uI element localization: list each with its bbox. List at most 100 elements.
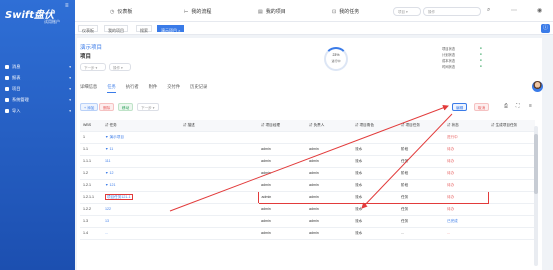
col-project-task[interactable]: ⇵ 项目任务 <box>398 120 444 132</box>
col-task[interactable]: ⇵ 任务 <box>102 120 180 132</box>
tab-demo-project[interactable]: 演示项目 × <box>157 25 185 33</box>
sidebar-item-label: 项目 <box>12 86 21 91</box>
search-icon[interactable]: ⌕ <box>487 7 490 14</box>
cell-task-name[interactable]: ▼ 121 <box>102 179 180 192</box>
sidebar-item-label: 导入 <box>12 108 21 113</box>
cell-wbs: 1.3 <box>80 215 102 228</box>
cell-task-name[interactable]: ▼ 演示项目 <box>102 131 180 144</box>
cell-role: 流水 <box>352 179 398 192</box>
cell-task-name[interactable]: ... <box>102 227 180 240</box>
message-icon <box>5 65 9 69</box>
cell-role: 流水 <box>352 203 398 216</box>
user-icon[interactable]: ◉ <box>537 7 542 14</box>
cell-role: 流水 <box>352 155 398 168</box>
topnav-my-task[interactable]: ⊡ 我的任务 <box>332 8 359 16</box>
table-row[interactable]: 1 ▼ 演示项目 进行中 <box>80 131 535 144</box>
table-row[interactable]: 1.1.1 111 admin admin 流水 任务 待办 <box>80 155 535 168</box>
search-placeholder: 操作 <box>428 10 435 14</box>
cell-desc <box>180 143 258 156</box>
table-row[interactable]: 1.3 13 admin admin 流水 任务 已完成 <box>80 215 535 228</box>
subtab-executors[interactable]: 执行者 <box>126 84 139 93</box>
scrollbar-thumb[interactable] <box>534 134 538 194</box>
col-owner[interactable]: ⇵ 负责人 <box>306 120 352 132</box>
subtab-details[interactable]: 详细信息 <box>80 84 97 93</box>
next-step-select[interactable]: 下一步 ▾ <box>80 63 106 71</box>
fullscreen-icon[interactable]: ⛶ <box>516 103 520 109</box>
col-desc[interactable]: ⇵ 描述 <box>180 120 258 132</box>
col-label: 状态 <box>451 122 459 127</box>
cell-owner: admin <box>306 167 352 180</box>
table-row[interactable]: 1.1 ▼ 11 admin admin 流水 阶段 待办 <box>80 143 535 156</box>
tab-my-project[interactable]: 我的项目 <box>104 25 128 33</box>
action-select[interactable]: 操作 ▾ <box>109 63 131 71</box>
cell-status: 已完成 <box>444 215 488 228</box>
sidebar: Swift盘伏 试用账户 ≡ 消息 ▾ 报表 ▾ 项目 ▾ 系统管理 ▾ 导入 … <box>0 0 75 270</box>
cell-task-name[interactable]: ▼ 11 <box>102 143 180 156</box>
cell-owner: admin <box>306 203 352 216</box>
subtab-attachments[interactable]: 附件 <box>149 84 158 93</box>
add-button[interactable]: + 添加 <box>80 103 99 111</box>
project-card: 演示项目 项目 下一步 ▾ 操作 ▾ 23% 进行中 项目状态 ● 计划状态 ●… <box>77 38 543 270</box>
table-row[interactable]: 1.2.1 ▼ 121 admin admin 流水 阶段 待办 <box>80 179 535 192</box>
cell-owner: admin <box>306 190 352 204</box>
cell-desc <box>180 131 258 144</box>
info-icon[interactable]: ⓘ <box>541 24 550 33</box>
cell-status: 待办 <box>444 143 488 156</box>
tab-dashboard[interactable]: 仪表板 <box>78 25 98 33</box>
col-role[interactable]: ⇵ 项目角色 <box>352 120 398 132</box>
subtab-deliverables[interactable]: 交付件 <box>167 84 180 93</box>
sidebar-item-import[interactable]: 导入 ▾ <box>5 108 71 114</box>
cell-project-task: ... <box>398 227 444 240</box>
table-row[interactable]: 1.2.2 122 admin admin 流水 任务 待办 <box>80 203 535 216</box>
list-icon[interactable]: ≡ <box>529 103 532 109</box>
search-type-select[interactable]: 项目 ▾ <box>393 7 421 16</box>
cell-wbs: 1 <box>80 131 102 144</box>
cell-task-name[interactable]: 项目任务121-1 <box>102 191 180 204</box>
subtab-history[interactable]: 历史记录 <box>190 84 207 93</box>
page-edge <box>544 38 553 270</box>
col-generate[interactable]: ⇵ 生成项目任务 <box>488 120 535 132</box>
cell-pm: admin <box>258 215 306 228</box>
more-icon[interactable]: ⋯ <box>511 7 517 14</box>
search-input[interactable]: 操作 <box>423 7 481 16</box>
topnav-label: 我的流程 <box>191 9 212 15</box>
print-icon[interactable]: ⎙ <box>504 103 508 109</box>
cell-task-name[interactable]: ▼ 12 <box>102 167 180 180</box>
table-scrollbar[interactable] <box>534 126 538 266</box>
flow-icon: ⊢ <box>184 8 189 15</box>
avatar[interactable] <box>532 81 543 92</box>
cell-task-name[interactable]: 111 <box>102 155 180 168</box>
cell-task-name[interactable]: 122 <box>102 203 180 216</box>
table-row[interactable]: 1.2.1.1 项目任务121-1 admin admin 流水 任务 待办 <box>80 190 535 204</box>
project-icon: ▤ <box>258 8 263 15</box>
sidebar-item-project[interactable]: 项目 ▾ <box>5 86 71 92</box>
cancel-button[interactable]: 取消 <box>474 103 490 111</box>
topnav-my-flow[interactable]: ⊢ 我的流程 <box>184 8 212 16</box>
topnav-dashboard[interactable]: ◷ 仪表板 <box>110 8 132 16</box>
col-label: 生成项目任务 <box>495 122 518 127</box>
cell-task-name[interactable]: 13 <box>102 215 180 228</box>
col-wbs[interactable]: WBS <box>80 120 102 132</box>
col-status[interactable]: ⇵ 状态 <box>444 120 488 132</box>
subtab-tasks[interactable]: 任务 <box>107 84 116 93</box>
menu-toggle-icon[interactable]: ≡ <box>65 3 69 9</box>
table-row[interactable]: 1.2 ▼ 12 admin admin 流水 阶段 待办 <box>80 167 535 180</box>
move-button[interactable]: 移动 <box>118 103 134 111</box>
tab-search[interactable]: 搜索 <box>136 25 152 33</box>
highlighted-task-name[interactable]: 项目任务121-1 <box>105 193 133 200</box>
stat-project-status: 项目状态 ● <box>442 46 502 51</box>
table-row[interactable]: 1.4... admin admin 流水...... <box>80 227 535 240</box>
table-header-row: WBS ⇵ 任务 ⇵ 描述 ⇵ 项目经理 ⇵ 负责人 ⇵ 项目角色 ⇵ 项目任务… <box>80 120 535 132</box>
cell-desc <box>180 191 258 204</box>
delete-button[interactable]: 删除 <box>99 103 115 111</box>
cell-project-task: 任务 <box>398 155 444 168</box>
sidebar-item-report[interactable]: 报表 ▾ <box>5 75 71 81</box>
cell-role: 流水 <box>352 227 398 240</box>
sidebar-item-message[interactable]: 消息 ▾ <box>5 64 71 70</box>
col-pm[interactable]: ⇵ 项目经理 <box>258 120 306 132</box>
col-label: 项目角色 <box>359 122 374 127</box>
topnav-my-project[interactable]: ▤ 我的项目 <box>258 8 286 16</box>
step-select[interactable]: 下一步 ▾ <box>137 103 159 111</box>
edit-button[interactable]: 编辑 <box>452 103 468 111</box>
sidebar-item-system[interactable]: 系统管理 ▾ <box>5 97 71 103</box>
